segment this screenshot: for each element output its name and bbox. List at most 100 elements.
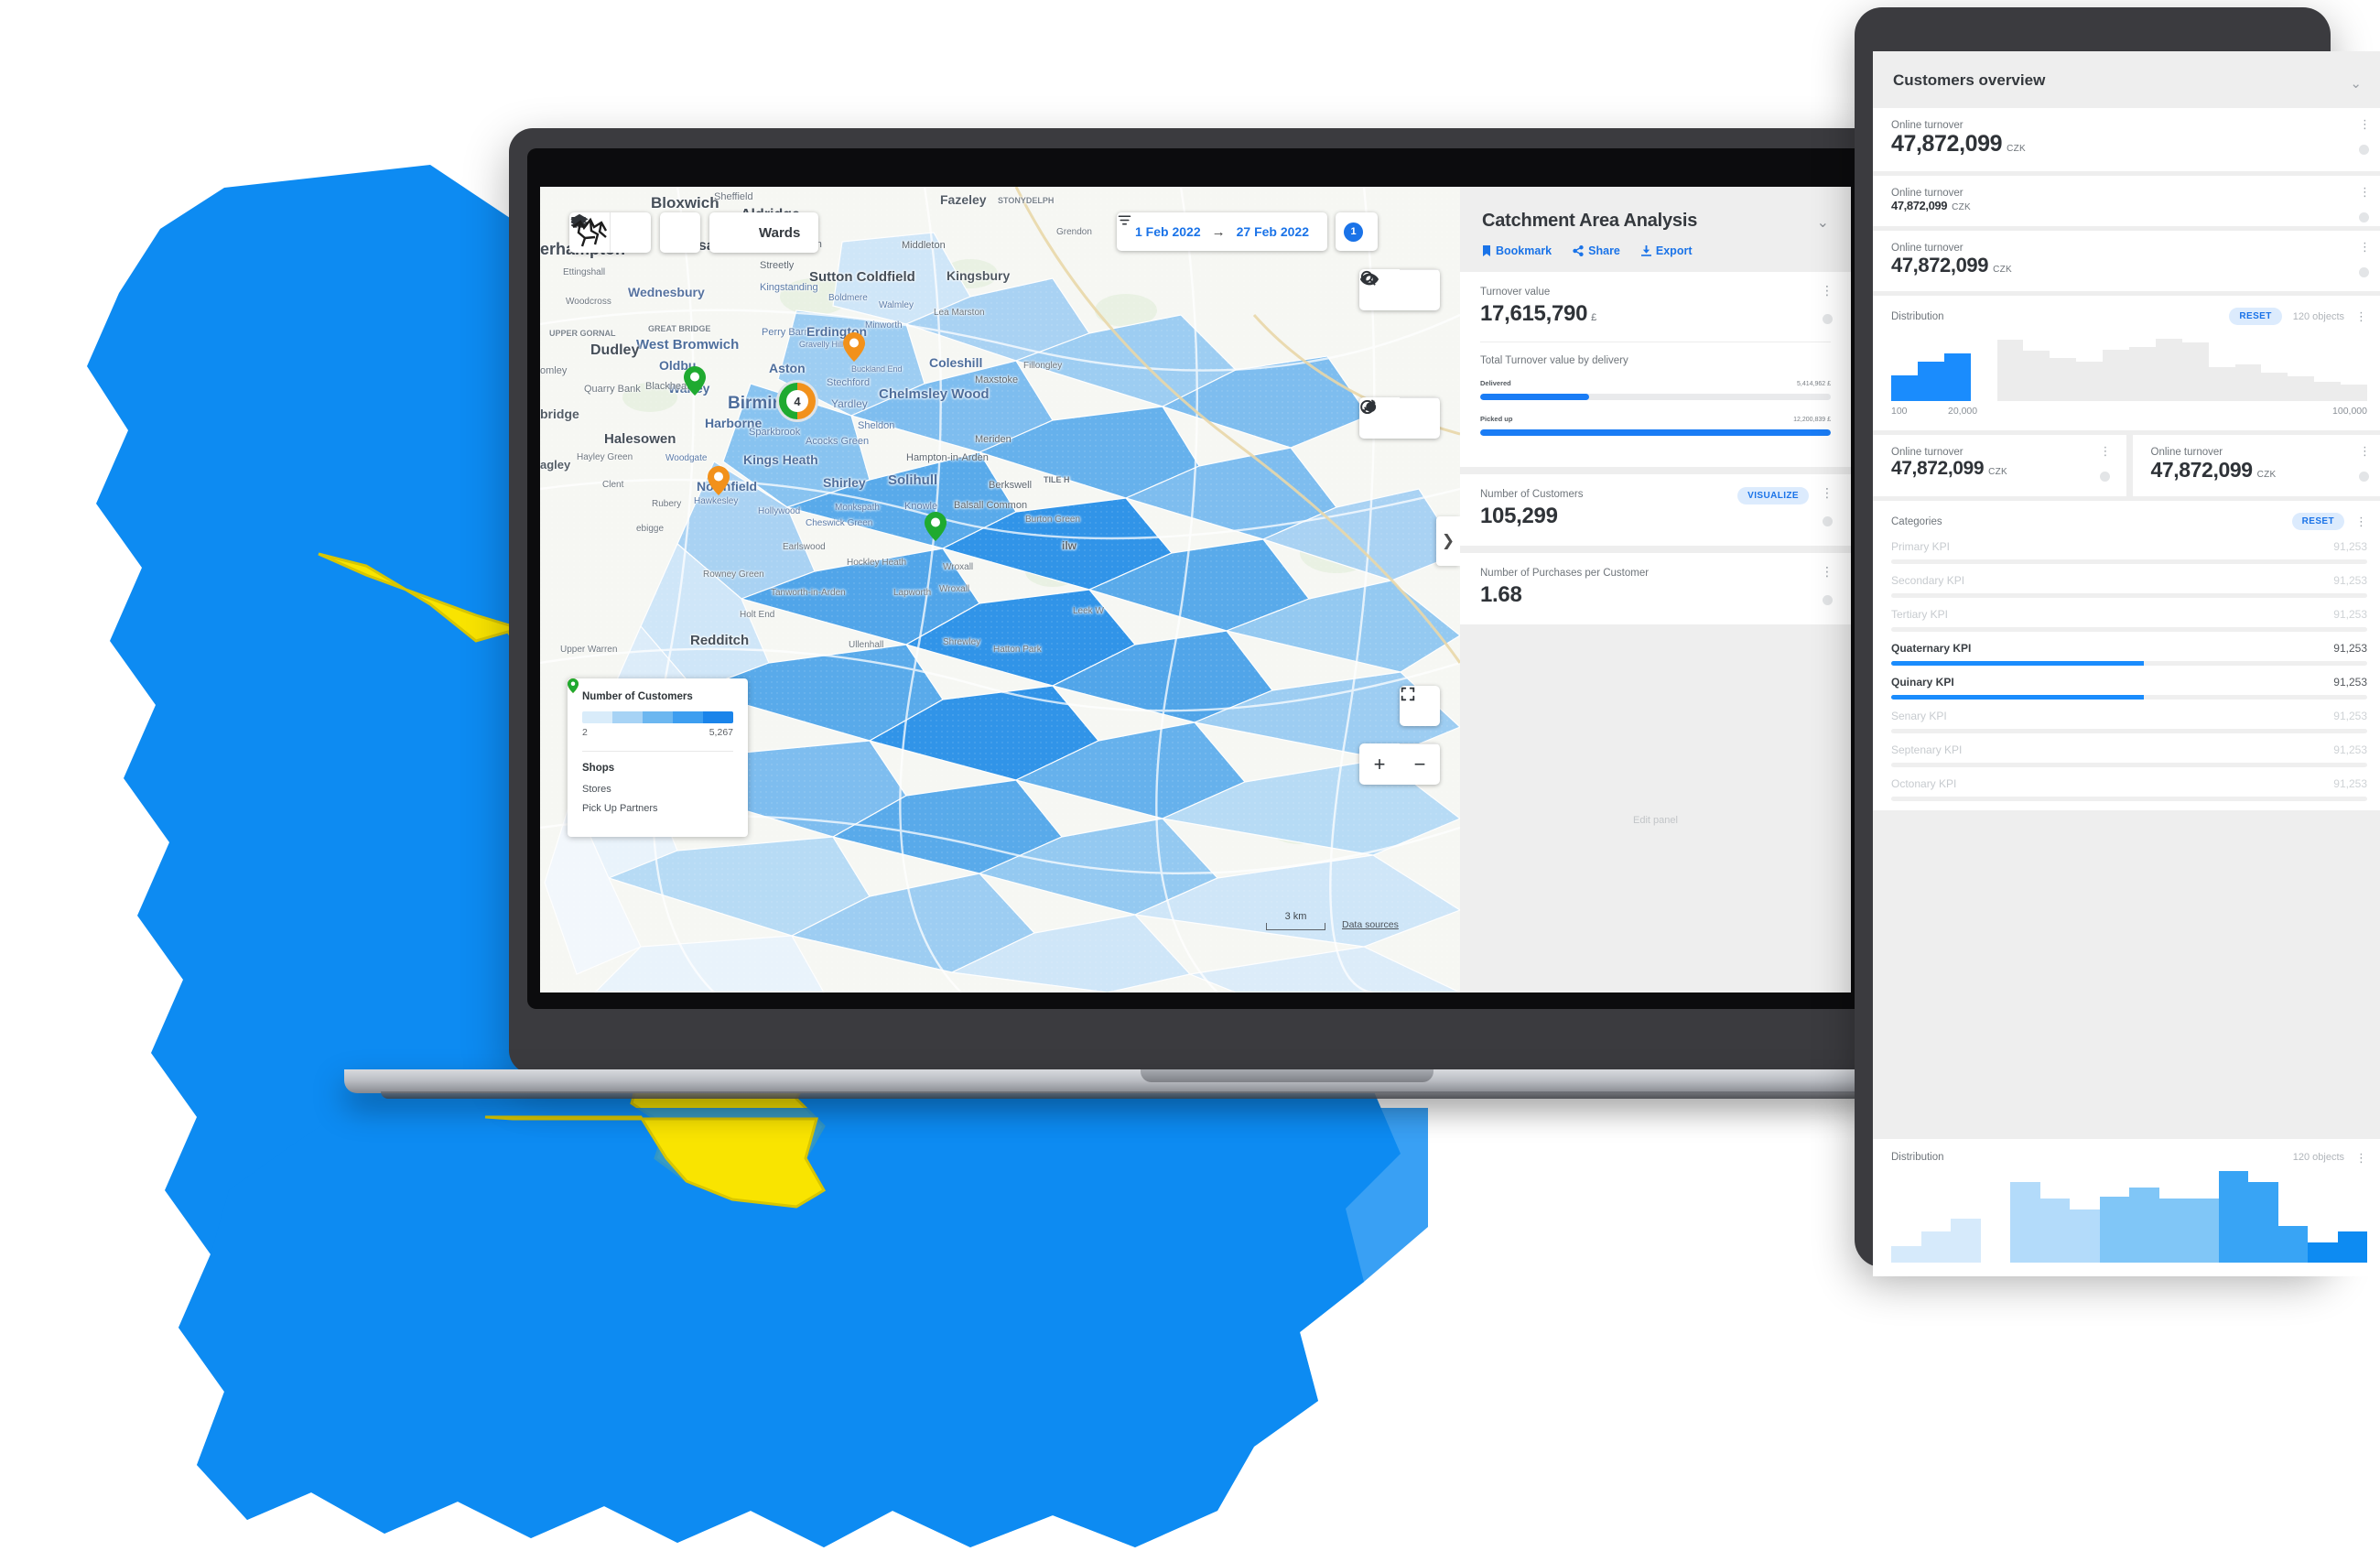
histogram-bar	[2039, 1199, 2070, 1263]
wards-label: Wards	[759, 224, 801, 241]
distribution-menu-icon[interactable]: ⋮	[2355, 310, 2367, 322]
catchment-panel-actions[interactable]: Bookmark Share Export	[1482, 244, 1829, 257]
category-row[interactable]: Octonary KPI 91,253	[1891, 767, 2367, 801]
date-end[interactable]: 27 Feb 2022	[1237, 224, 1309, 239]
purchases-label: Number of Purchases per Customer	[1480, 568, 1650, 579]
histogram-bar[interactable]	[1891, 374, 1918, 401]
categories-menu-icon[interactable]: ⋮	[2355, 515, 2367, 527]
category-label: Senary KPI	[1891, 710, 1947, 722]
histogram-bar[interactable]	[2181, 342, 2209, 401]
share-icon	[1573, 245, 1584, 256]
histogram-bar[interactable]	[1996, 340, 2024, 401]
histogram-bar[interactable]	[2076, 362, 2104, 401]
bottom-distribution-menu-icon[interactable]: ⋮	[2355, 1152, 2367, 1164]
pick-up-partner-pin[interactable]	[684, 366, 706, 396]
chevron-down-icon[interactable]: ⌄	[1817, 213, 1829, 232]
store-pin[interactable]	[708, 466, 730, 495]
category-row[interactable]: Quinary KPI 91,253	[1891, 666, 2367, 700]
histogram-bar[interactable]	[2103, 349, 2130, 401]
histogram-bar[interactable]	[1917, 362, 1944, 401]
zoom-in-button[interactable]: +	[1359, 744, 1400, 785]
turnover-unit: £	[1591, 312, 1596, 323]
zoom-out-button[interactable]: −	[1400, 743, 1440, 785]
kpi-menu-icon[interactable]: ⋮	[2100, 445, 2112, 457]
kpi-status-dot	[2359, 145, 2369, 155]
map-tools-primary[interactable]	[1359, 269, 1440, 310]
kpi-menu-icon[interactable]: ⋮	[2359, 118, 2371, 130]
histogram-bar[interactable]	[2261, 372, 2288, 401]
categories-list[interactable]: Primary KPI 91,253 Secondary KPI 91,253 Tert…	[1891, 530, 2367, 801]
map-cluster-marker[interactable]: 4	[776, 380, 818, 422]
distribution-reset-button[interactable]: RESET	[2229, 308, 2282, 325]
map-tools-secondary[interactable]	[1359, 397, 1440, 439]
data-sources-link[interactable]: Data sources	[1342, 919, 1399, 930]
histogram-bar[interactable]	[1943, 353, 1971, 401]
histogram-bar[interactable]	[2234, 364, 2262, 401]
map-toolbar[interactable]: Wards	[569, 212, 819, 253]
distribution-card: Distribution RESET 120 objects ⋮ 100 20,…	[1873, 296, 2380, 430]
bookmark-button[interactable]: Bookmark	[1482, 244, 1552, 257]
purchases-menu-icon[interactable]: ⋮	[1821, 565, 1834, 578]
home-icon[interactable]	[570, 212, 651, 253]
export-button[interactable]: Export	[1640, 244, 1692, 257]
date-start[interactable]: 1 Feb 2022	[1135, 224, 1201, 239]
eye-icon[interactable]	[1359, 269, 1440, 310]
layers-icon[interactable]	[570, 212, 700, 253]
histogram-bar	[2277, 1226, 2308, 1263]
kpi-label: Online turnover	[1891, 447, 1964, 458]
histogram-bar[interactable]	[2129, 346, 2156, 401]
categories-card: Categories RESET ⋮ Primary KPI 91,253 Seco…	[1873, 501, 2380, 810]
scale-label: 3 km	[1284, 911, 1307, 922]
date-range-toolbar[interactable]: 1 Feb 2022 → 27 Feb 2022 1	[1117, 212, 1378, 251]
category-value: 91,253	[2333, 710, 2367, 722]
histogram-bar[interactable]	[2341, 385, 2368, 401]
histogram-bar	[1951, 1219, 1981, 1263]
visualize-button[interactable]: VISUALIZE	[1737, 487, 1809, 504]
ruler-icon[interactable]	[1362, 397, 1440, 439]
delivery-bar-amount: 5,414,962 £	[1797, 381, 1831, 387]
category-row[interactable]: Secondary KPI 91,253	[1891, 564, 2367, 598]
catchment-panel: Catchment Area Analysis ⌄ Bookmark Share…	[1460, 187, 1851, 993]
kpi-menu-icon[interactable]: ⋮	[2359, 241, 2371, 253]
kpi-menu-icon[interactable]: ⋮	[2359, 186, 2371, 198]
pick-up-partner-pin[interactable]	[925, 512, 947, 541]
store-pin[interactable]	[843, 332, 865, 362]
edit-panel-link[interactable]: Edit panel	[1460, 815, 1851, 826]
wards-layer-button[interactable]: Wards	[572, 212, 819, 253]
legend-ramp-step	[703, 711, 733, 723]
distribution-mid-label: 20,000	[1948, 406, 1978, 417]
category-row[interactable]: Senary KPI 91,253	[1891, 700, 2367, 733]
turnover-status-dot	[1823, 314, 1833, 324]
category-row[interactable]: Primary KPI 91,253	[1891, 530, 2367, 564]
histogram-bar[interactable]	[2208, 367, 2235, 401]
legend-shop-list: Stores Pick Up Partners	[568, 678, 733, 814]
distribution-histogram[interactable]	[1891, 333, 2368, 401]
legend-min: 2	[582, 727, 588, 738]
map-scale-bar: 3 km	[1266, 910, 1325, 930]
map-canvas[interactable]: BloxwichSheffieldFazeleySTONYDELPHAldrid…	[540, 187, 1460, 993]
fullscreen-button[interactable]	[1400, 686, 1440, 726]
histogram-bar[interactable]	[2288, 376, 2315, 401]
histogram-bar[interactable]	[2023, 351, 2050, 401]
category-row[interactable]: Tertiary KPI 91,253	[1891, 598, 2367, 632]
share-button[interactable]: Share	[1573, 244, 1620, 257]
categories-reset-button[interactable]: RESET	[2291, 513, 2344, 530]
histogram-bar[interactable]	[2050, 357, 2077, 401]
customers-menu-icon[interactable]: ⋮	[1821, 486, 1834, 499]
laptop-screen: BloxwichSheffieldFazeleySTONYDELPHAldrid…	[540, 187, 1851, 993]
kpi-unit: CZK	[1988, 467, 2008, 477]
category-row[interactable]: Quaternary KPI 91,253	[1891, 632, 2367, 666]
panel-toggle-button[interactable]: ❯	[1436, 516, 1460, 566]
filter-button[interactable]: 1	[1118, 212, 1378, 251]
kpi-status-dot	[2359, 472, 2369, 482]
kpi-status-dot	[2099, 472, 2110, 482]
kpi-menu-icon[interactable]: ⋮	[2359, 445, 2371, 457]
histogram-bar[interactable]	[2314, 382, 2342, 401]
category-track	[1891, 797, 2367, 801]
zoom-controls[interactable]: + −	[1359, 743, 1440, 785]
histogram-bar[interactable]	[2155, 338, 2182, 401]
chevron-down-icon[interactable]: ⌄	[2350, 75, 2362, 92]
turnover-menu-icon[interactable]: ⋮	[1821, 284, 1834, 297]
date-range-picker[interactable]: 1 Feb 2022 → 27 Feb 2022	[1117, 212, 1327, 251]
category-row[interactable]: Septenary KPI 91,253	[1891, 733, 2367, 767]
